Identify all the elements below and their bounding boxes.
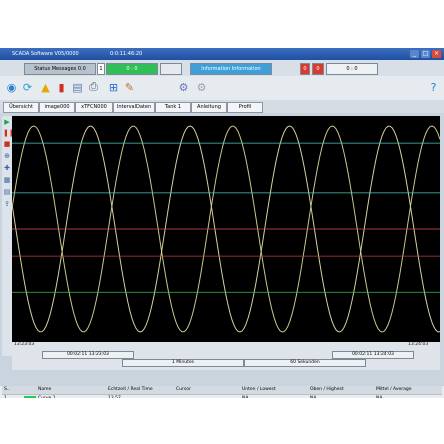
home-icon[interactable]: ◉ xyxy=(4,79,19,95)
col-realtime: Echtzeit / Real Time xyxy=(108,387,153,392)
zoom-icon[interactable]: ⊕ xyxy=(3,152,11,160)
gear-icon[interactable]: ⚙ xyxy=(176,79,191,95)
col-highest: Oben / Highest xyxy=(310,387,344,392)
row-realtime: 13.57 xyxy=(108,395,121,398)
grid-icon[interactable]: ▤ xyxy=(3,188,11,196)
alarm-icon[interactable]: ▲ xyxy=(38,79,53,95)
table-row[interactable]: 1 Curve 1 13.57 NA NA NA xyxy=(2,395,442,398)
network-icon[interactable]: ⊞ xyxy=(106,79,121,95)
status-count: 1 xyxy=(97,63,105,75)
trend-chart[interactable] xyxy=(12,116,440,342)
print-icon[interactable]: ⎙ xyxy=(86,79,101,95)
axis-span-minutes[interactable]: 1 Minutes xyxy=(122,359,244,367)
pdf-icon[interactable]: ▮ xyxy=(54,79,69,95)
refresh-icon[interactable]: ⟳ xyxy=(20,79,35,95)
row-average: NA xyxy=(376,395,382,398)
axis-end-time: 13:24:03 xyxy=(408,342,429,347)
help-icon[interactable]: ? xyxy=(426,79,441,95)
close-button[interactable]: × xyxy=(432,50,441,58)
tools-icon[interactable]: ✎ xyxy=(122,79,137,95)
alarm-small-indicator[interactable]: 0 xyxy=(300,63,310,75)
status-blank xyxy=(160,63,182,75)
chart-toolbar: ▶ ❚❚ ■ ⊕ ✚ ▦ ▤ ⇪ xyxy=(2,116,15,356)
row-color-swatch[interactable] xyxy=(24,396,36,398)
row-lowest: NA xyxy=(242,395,248,398)
app-screen: SCADA Software V05/0000 0:0:11:46:20 _ □… xyxy=(0,48,444,398)
export-icon[interactable]: ⇪ xyxy=(3,200,11,208)
status-ok-indicator[interactable]: 0 : 0 xyxy=(106,63,158,75)
title-bar: SCADA Software V05/0000 0:0:11:46:20 _ □… xyxy=(0,48,444,60)
window-title-right: 0:0:11:46:20 xyxy=(110,51,143,57)
alarm-indicator[interactable]: 0 xyxy=(312,63,324,75)
document-icon[interactable]: ▤ xyxy=(70,79,85,95)
play-icon[interactable]: ▶ xyxy=(3,118,11,126)
cursor-icon[interactable]: ✚ xyxy=(3,164,11,172)
tab-xtfcn000[interactable]: xTFCN000 xyxy=(75,102,113,113)
col-average: Mittel / Average xyxy=(376,387,412,392)
status-messages[interactable]: Status Messages 0.0 xyxy=(24,63,96,75)
axis-start-date[interactable]: 00:02:11 13:23:03 xyxy=(42,351,134,359)
row-name: Curve 1 xyxy=(38,395,56,398)
axis-start-time: 13:23:03 xyxy=(14,342,35,347)
tab-bar: Übersicht image000 xTFCN000 IntervalDate… xyxy=(0,100,444,113)
tab-image000[interactable]: image000 xyxy=(39,102,75,113)
axis-span-seconds[interactable]: 60 Sekunden xyxy=(244,359,366,367)
tab-intervaldaten[interactable]: IntervalDaten xyxy=(113,102,155,113)
stop-icon[interactable]: ■ xyxy=(3,140,11,148)
curve-table: S.. Name Echtzeit / Real Time Cursor Unt… xyxy=(0,386,444,398)
status-right: 0 : 0 xyxy=(326,63,378,75)
col-name: Name xyxy=(38,387,52,392)
maximize-button[interactable]: □ xyxy=(421,50,430,58)
tab-profil[interactable]: Profil xyxy=(227,102,263,113)
info-indicator[interactable]: Information Information xyxy=(190,63,272,75)
axis-end-date[interactable]: 00:02:11 13:24:03 xyxy=(332,351,414,359)
minimize-button[interactable]: _ xyxy=(410,50,419,58)
tab-tank1[interactable]: Tank 1 xyxy=(155,102,191,113)
row-highest: NA xyxy=(310,395,316,398)
pause-icon[interactable]: ❚❚ xyxy=(3,129,15,137)
tab-uebersicht[interactable]: Übersicht xyxy=(3,102,39,113)
time-axis: 13:23:03 13:24:03 00:02:11 13:23:03 00:0… xyxy=(12,342,440,370)
tab-anleitung[interactable]: Anleitung xyxy=(191,102,227,113)
col-lowest: Unten / Lowest xyxy=(242,387,276,392)
chart-icon[interactable]: ▦ xyxy=(3,176,11,184)
window-title: SCADA Software V05/0000 xyxy=(12,51,79,57)
trend-plot xyxy=(12,125,440,333)
table-header: S.. Name Echtzeit / Real Time Cursor Unt… xyxy=(2,386,442,395)
row-number: 1 xyxy=(4,395,7,398)
toolbar: ◉ ⟳ ▲ ▮ ▤ ⎙ ⊞ ✎ ⚙ ⚙ ? xyxy=(0,76,444,100)
settings-icon[interactable]: ⚙ xyxy=(194,79,209,95)
col-cursor: Cursor xyxy=(176,387,191,392)
status-bar: Status Messages 0.0 1 0 : 0 Information … xyxy=(0,60,444,77)
col-nr: S.. xyxy=(4,387,10,392)
